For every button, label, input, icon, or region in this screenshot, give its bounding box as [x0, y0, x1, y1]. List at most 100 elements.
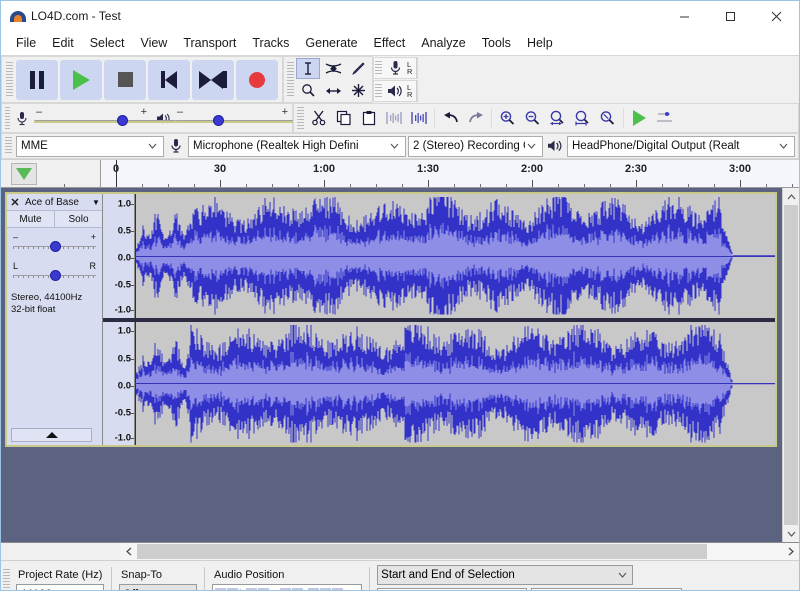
close-icon[interactable]	[753, 1, 799, 31]
playback-meter-toolbar[interactable]: L R -54 -48 -42 -36 -30 -24 -1	[373, 80, 418, 102]
recording-meter-grip[interactable]	[375, 61, 382, 75]
pan-thumb[interactable]	[50, 270, 61, 281]
record-button[interactable]	[236, 60, 278, 100]
window-title: LO4D.com - Test	[31, 9, 121, 23]
fit-selection-button[interactable]	[545, 105, 570, 131]
skip-to-start-button[interactable]	[148, 60, 190, 100]
playback-meter-grip[interactable]	[375, 84, 382, 98]
recording-device-combo[interactable]: Microphone (Realtek High Defini	[188, 136, 406, 157]
track-menu-chevron-icon[interactable]: ▼	[90, 198, 102, 207]
input-volume-minus: –	[36, 107, 42, 118]
recording-meter-toolbar[interactable]: L R -54 -48 -42 Click to Start Monitorin…	[373, 57, 418, 79]
pause-button[interactable]	[16, 60, 58, 100]
play-at-speed-button[interactable]	[627, 105, 652, 131]
menu-help[interactable]: Help	[519, 33, 561, 53]
input-volume-thumb[interactable]	[117, 115, 128, 126]
collapse-track-button[interactable]	[11, 428, 92, 442]
menu-effect[interactable]: Effect	[366, 33, 414, 53]
horizontal-scroll-thumb[interactable]	[137, 544, 707, 559]
input-volume-slider[interactable]: – +	[34, 107, 149, 129]
draw-tool[interactable]	[346, 58, 370, 79]
zoom-tool[interactable]	[296, 80, 320, 101]
fit-project-button[interactable]	[570, 105, 595, 131]
menu-tracks[interactable]: Tracks	[244, 33, 297, 53]
output-volume-plus: +	[282, 107, 288, 118]
scroll-left-icon[interactable]	[120, 543, 137, 560]
audio-host-combo[interactable]: MME	[16, 136, 164, 157]
chevron-down-icon	[616, 572, 629, 578]
horizontal-scrollbar[interactable]	[1, 543, 799, 561]
selection-end-field[interactable]: 00h 00m 00.000s ▼	[531, 588, 681, 591]
minimize-icon[interactable]	[661, 1, 707, 31]
scroll-up-icon[interactable]	[783, 188, 799, 205]
zoom-out-button[interactable]	[520, 105, 545, 131]
multi-tool[interactable]	[346, 80, 370, 101]
menu-analyze[interactable]: Analyze	[413, 33, 473, 53]
silence-audio-button[interactable]	[406, 105, 431, 131]
menu-generate[interactable]: Generate	[297, 33, 365, 53]
menu-transport[interactable]: Transport	[175, 33, 244, 53]
left-channel[interactable]: 1.0 0.5 0.0 -0.5 -1.0	[103, 194, 775, 318]
vertical-scrollbar[interactable]	[782, 188, 799, 542]
undo-button[interactable]	[438, 105, 463, 131]
recording-channels-combo[interactable]: 2 (Stereo) Recording Chan	[408, 136, 543, 157]
selection-toolbar-grip[interactable]	[3, 569, 10, 591]
gain-slider[interactable]: – +	[13, 231, 96, 257]
audio-position-field[interactable]: 00h 00m 00.000s ▼	[212, 584, 362, 591]
output-volume-control[interactable]: – +	[153, 107, 290, 129]
scroll-right-icon[interactable]	[782, 543, 799, 560]
project-rate-combo[interactable]: 44100	[16, 584, 104, 591]
cut-button[interactable]	[306, 105, 331, 131]
track-control-panel[interactable]: ✕ Ace of Base ▼ Mute Solo – + L R	[7, 194, 103, 445]
pan-slider[interactable]: L R	[13, 260, 96, 286]
pinned-playhead-button[interactable]	[11, 163, 37, 185]
output-volume-slider[interactable]: – +	[175, 107, 290, 129]
mute-button[interactable]: Mute	[7, 211, 55, 227]
gain-thumb[interactable]	[50, 241, 61, 252]
play-speed-slider[interactable]	[652, 105, 677, 131]
timeline-ruler[interactable]: 0 30 1:00 1:30 2:00 2:30 3:00	[101, 160, 799, 187]
selection-start-field[interactable]: 00h 00m 00.000s ▼	[377, 588, 527, 591]
mixer-grip[interactable]	[5, 107, 10, 129]
zoom-in-button[interactable]	[495, 105, 520, 131]
device-grip[interactable]	[5, 137, 12, 155]
tools-grip[interactable]	[287, 62, 294, 97]
vertical-scroll-thumb[interactable]	[784, 205, 798, 525]
right-waveform[interactable]	[135, 322, 775, 446]
redo-button[interactable]	[463, 105, 488, 131]
menu-file[interactable]: File	[8, 33, 44, 53]
skip-to-end-button[interactable]	[192, 60, 234, 100]
transport-grip[interactable]	[6, 62, 13, 97]
trim-audio-button[interactable]	[381, 105, 406, 131]
maximize-icon[interactable]	[707, 1, 753, 31]
selection-mode-combo[interactable]: Start and End of Selection	[377, 565, 633, 585]
edit-grip[interactable]	[297, 107, 304, 129]
microphone-icon	[166, 138, 186, 154]
track-name[interactable]: Ace of Base	[23, 197, 90, 208]
timeshift-tool[interactable]	[321, 80, 345, 101]
solo-button[interactable]: Solo	[55, 211, 102, 227]
right-channel[interactable]: 1.0 0.5 0.0 -0.5 -1.0	[103, 322, 775, 446]
menu-tools[interactable]: Tools	[474, 33, 519, 53]
close-track-icon[interactable]: ✕	[7, 196, 23, 209]
snap-to-combo[interactable]: Off	[119, 584, 197, 591]
copy-button[interactable]	[331, 105, 356, 131]
menu-edit[interactable]: Edit	[44, 33, 82, 53]
audio-track[interactable]: ✕ Ace of Base ▼ Mute Solo – + L R	[5, 192, 777, 447]
stop-button[interactable]	[104, 60, 146, 100]
output-volume-thumb[interactable]	[213, 115, 224, 126]
track-area[interactable]: ✕ Ace of Base ▼ Mute Solo – + L R	[1, 188, 799, 543]
paste-button[interactable]	[356, 105, 381, 131]
envelope-tool[interactable]	[321, 58, 345, 79]
timeline-left	[1, 160, 101, 187]
menu-select[interactable]: Select	[82, 33, 133, 53]
left-waveform[interactable]	[135, 194, 775, 318]
input-volume-control[interactable]: – +	[12, 107, 149, 129]
zoom-toggle-button[interactable]	[595, 105, 620, 131]
selection-tool[interactable]	[296, 58, 320, 79]
playback-device-combo[interactable]: HeadPhone/Digital Output (Realt	[567, 136, 795, 157]
horizontal-scroll-track[interactable]	[137, 543, 782, 560]
menu-view[interactable]: View	[132, 33, 175, 53]
play-button[interactable]	[60, 60, 102, 100]
scroll-down-icon[interactable]	[783, 525, 799, 542]
